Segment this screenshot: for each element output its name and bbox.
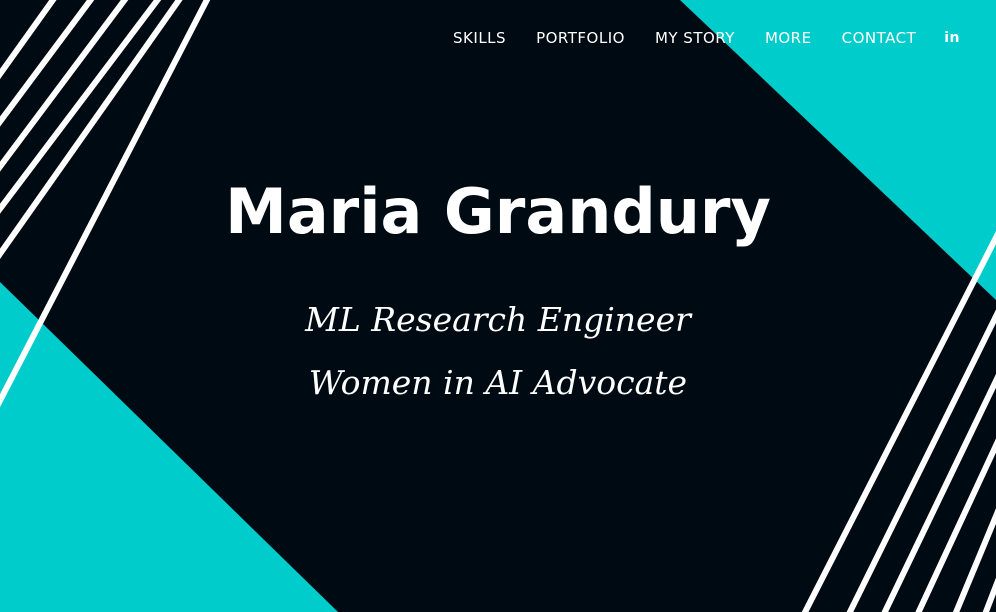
nav-link-portfolio[interactable]: PORTFOLIO — [536, 29, 625, 47]
nav-link-my-story[interactable]: MY STORY — [655, 29, 735, 47]
nav-link-more[interactable]: MORE — [765, 29, 812, 47]
stripe — [801, 231, 996, 612]
hero-name: Maria Grandury — [225, 175, 771, 248]
stripe — [0, 0, 95, 127]
stripe — [0, 0, 57, 80]
nav-link-skills[interactable]: SKILLS — [453, 29, 506, 47]
stripe — [952, 508, 996, 612]
nav-link-contact[interactable]: CONTACT — [842, 29, 917, 47]
hero-section: SKILLS PORTFOLIO MY STORY MORE CONTACT i… — [0, 0, 996, 612]
stripes-bottom-right — [801, 231, 996, 612]
top-navigation: SKILLS PORTFOLIO MY STORY MORE CONTACT i… — [453, 29, 960, 47]
hero-tagline: Women in AI Advocate — [308, 363, 688, 402]
hero-role: ML Research Engineer — [305, 300, 691, 339]
linkedin-icon[interactable]: in — [944, 30, 960, 46]
stripe — [982, 577, 996, 612]
